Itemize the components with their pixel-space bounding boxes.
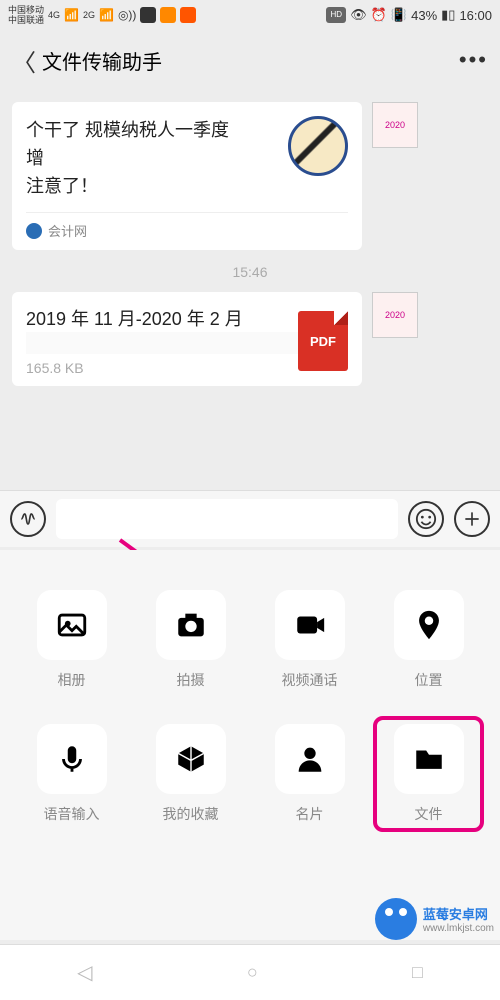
box-icon xyxy=(156,724,226,794)
app-icon-3 xyxy=(180,7,196,23)
emoji-button[interactable] xyxy=(408,501,444,537)
person-icon xyxy=(275,724,345,794)
attach-label: 拍摄 xyxy=(177,670,205,690)
watermark-icon xyxy=(375,898,417,940)
attach-camera[interactable]: 拍摄 xyxy=(143,590,238,690)
sound-wave-icon xyxy=(18,509,38,529)
watermark-url: www.lmkjst.com xyxy=(423,923,494,934)
folder-icon xyxy=(394,724,464,794)
battery-icon: ▮▯ xyxy=(441,7,455,23)
attach-label: 文件 xyxy=(415,804,443,824)
wifi-icon: ◎)) xyxy=(118,8,136,22)
signal-icon: 📶 xyxy=(64,8,79,22)
vibrate-icon: 📳 xyxy=(391,7,407,23)
hd-icon: HD xyxy=(326,7,346,23)
article-line: 增 xyxy=(26,144,280,172)
file-bubble[interactable]: 2019 年 11 月-2020 年 2 月 165.8 KB PDF xyxy=(12,292,362,386)
watermark: 蓝莓安卓网 www.lmkjst.com xyxy=(375,898,494,940)
file-name-line2 xyxy=(26,332,298,354)
carrier-2: 中国联通 xyxy=(8,15,44,25)
status-bar: 中国移动 中国联通 4G 📶 2G 📶 ◎)) HD 👁 ⏰ 📳 43% ▮▯ … xyxy=(0,0,500,30)
attach-location[interactable]: 位置 xyxy=(381,590,476,690)
battery-pct: 43% xyxy=(411,8,437,23)
camera-icon xyxy=(156,590,226,660)
attach-label: 相册 xyxy=(58,670,86,690)
attach-label: 名片 xyxy=(296,804,324,824)
clock: 16:00 xyxy=(459,8,492,23)
attach-folder[interactable]: 文件 xyxy=(373,716,484,832)
file-size: 165.8 KB xyxy=(26,360,298,376)
plus-icon xyxy=(462,509,482,529)
message-row: 个干了 规模纳税人一季度 增 注意了！ 会计网 2020 xyxy=(12,102,488,250)
pdf-icon: PDF xyxy=(298,311,348,371)
article-line: 个干了 规模纳税人一季度 xyxy=(26,116,280,144)
attach-label: 视频通话 xyxy=(282,670,338,690)
alarm-icon: ⏰ xyxy=(371,7,387,23)
time-separator: 15:46 xyxy=(12,264,488,280)
attachment-panel: 相册 拍摄 视频通话 位置语音输入 我的收藏 名片 文件 xyxy=(0,550,500,940)
article-source: 会计网 xyxy=(26,212,348,240)
voice-toggle-button[interactable] xyxy=(10,501,46,537)
attach-label: 我的收藏 xyxy=(163,804,219,824)
nav-recent-icon[interactable]: □ xyxy=(412,962,423,983)
smile-icon xyxy=(415,508,437,530)
my-avatar[interactable]: 2020 xyxy=(372,102,418,148)
location-icon xyxy=(394,590,464,660)
app-icon-1 xyxy=(140,7,156,23)
net-2: 2G xyxy=(83,10,95,20)
more-button[interactable]: ••• xyxy=(459,47,488,73)
chat-title: 文件传输助手 xyxy=(42,46,459,75)
chat-header: 〈 文件传输助手 ••• xyxy=(0,30,500,90)
source-icon xyxy=(26,223,42,239)
plus-button[interactable] xyxy=(454,501,490,537)
article-thumb-icon xyxy=(288,116,348,176)
message-row: 2019 年 11 月-2020 年 2 月 165.8 KB PDF 2020 xyxy=(12,292,488,386)
source-name: 会计网 xyxy=(48,221,87,240)
net-1: 4G xyxy=(48,10,60,20)
input-bar xyxy=(0,490,500,547)
attach-image[interactable]: 相册 xyxy=(24,590,119,690)
message-input[interactable] xyxy=(56,499,398,539)
attach-label: 位置 xyxy=(415,670,443,690)
nav-back-icon[interactable]: ◁ xyxy=(77,960,92,985)
my-avatar[interactable]: 2020 xyxy=(372,292,418,338)
attach-mic[interactable]: 语音输入 xyxy=(24,724,119,824)
article-bubble[interactable]: 个干了 规模纳税人一季度 增 注意了！ 会计网 xyxy=(12,102,362,250)
status-right: HD 👁 ⏰ 📳 43% ▮▯ 16:00 xyxy=(326,7,492,23)
app-icon-2 xyxy=(160,7,176,23)
eye-icon: 👁 xyxy=(350,7,367,23)
status-left: 中国移动 中国联通 4G 📶 2G 📶 ◎)) xyxy=(8,5,196,25)
attach-video[interactable]: 视频通话 xyxy=(262,590,357,690)
video-icon xyxy=(275,590,345,660)
image-icon xyxy=(37,590,107,660)
attach-label: 语音输入 xyxy=(44,804,100,824)
attach-box[interactable]: 我的收藏 xyxy=(143,724,238,824)
watermark-name: 蓝莓安卓网 xyxy=(423,904,494,923)
chat-area: 个干了 规模纳税人一季度 增 注意了！ 会计网 2020 15:46 xyxy=(0,102,500,386)
nav-home-icon[interactable]: ○ xyxy=(247,962,258,983)
carrier-1: 中国移动 xyxy=(8,5,44,15)
system-navbar: ◁ ○ □ xyxy=(0,944,500,1000)
file-name-line1: 2019 年 11 月-2020 年 2 月 xyxy=(26,306,298,332)
mic-icon xyxy=(37,724,107,794)
back-button[interactable]: 〈 xyxy=(12,43,42,78)
signal-icon-2: 📶 xyxy=(99,8,114,22)
attach-person[interactable]: 名片 xyxy=(262,724,357,824)
article-line: 注意了！ xyxy=(26,172,280,200)
